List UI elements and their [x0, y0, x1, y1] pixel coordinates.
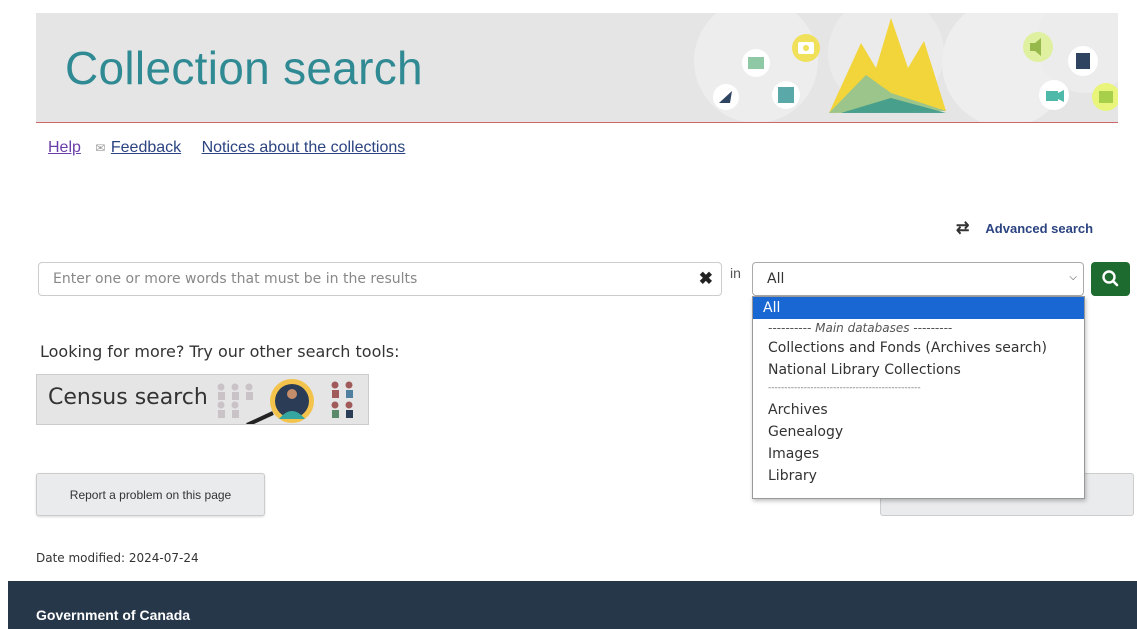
- swap-icon: ⇄: [956, 220, 970, 237]
- chevron-down-icon: ⌵: [1069, 272, 1077, 283]
- header-banner: Collection search: [36, 13, 1118, 123]
- dropdown-option-national-library[interactable]: National Library Collections: [753, 359, 1084, 381]
- map-icon: [772, 81, 800, 109]
- banner-illustration: [694, 13, 1118, 122]
- feedback-link[interactable]: Feedback: [111, 139, 181, 156]
- database-select-value: All: [767, 271, 785, 287]
- dropdown-option-library[interactable]: Library: [753, 465, 1084, 487]
- in-label: in: [730, 265, 741, 281]
- dropdown-option-all[interactable]: All: [753, 297, 1084, 319]
- page-title: Collection search: [65, 42, 423, 94]
- dropdown-separator: ----------------------------------------…: [768, 383, 921, 393]
- camera-icon: [792, 34, 820, 62]
- database-select[interactable]: All ⌵: [752, 262, 1084, 296]
- site-footer: Government of Canada: [8, 581, 1137, 629]
- video-camera-icon: [1039, 80, 1069, 110]
- report-problem-button[interactable]: Report a problem on this page: [36, 473, 265, 516]
- database-dropdown: All ---------- Main databases --------- …: [752, 296, 1085, 499]
- search-input[interactable]: [51, 263, 695, 295]
- dropdown-option-genealogy[interactable]: Genealogy: [753, 421, 1084, 443]
- search-box: ✖: [38, 262, 722, 296]
- search-button[interactable]: [1091, 262, 1130, 296]
- book-icon: [1068, 46, 1098, 76]
- clear-icon[interactable]: ✖: [699, 269, 713, 289]
- census-search-label: Census search: [48, 385, 208, 410]
- advanced-search-link[interactable]: ⇄ Advanced search: [956, 218, 1093, 238]
- dropdown-option-collections-fonds[interactable]: Collections and Fonds (Archives search): [753, 337, 1084, 359]
- census-search-button[interactable]: Census search: [36, 374, 369, 425]
- date-modified: Date modified: 2024-07-24: [36, 551, 199, 565]
- archive-box-icon: [742, 49, 770, 77]
- footer-title: Government of Canada: [36, 607, 191, 623]
- search-icon: [1102, 270, 1119, 287]
- more-tools-text: Looking for more? Try our other search t…: [40, 342, 400, 361]
- dropdown-option-archives[interactable]: Archives: [753, 399, 1084, 421]
- dropdown-option-images[interactable]: Images: [753, 443, 1084, 465]
- dropdown-group-main-databases: ---------- Main databases ---------: [768, 321, 953, 335]
- speaker-icon: [1023, 32, 1053, 62]
- utility-links: Help ✉ Feedback Notices about the collec…: [48, 139, 405, 157]
- advanced-search-label: Advanced search: [985, 220, 1094, 236]
- feather-icon: [713, 84, 739, 110]
- mail-icon: ✉: [95, 141, 106, 155]
- census-illustration: [217, 379, 353, 424]
- notices-link[interactable]: Notices about the collections: [202, 139, 406, 156]
- help-link[interactable]: Help: [48, 139, 81, 156]
